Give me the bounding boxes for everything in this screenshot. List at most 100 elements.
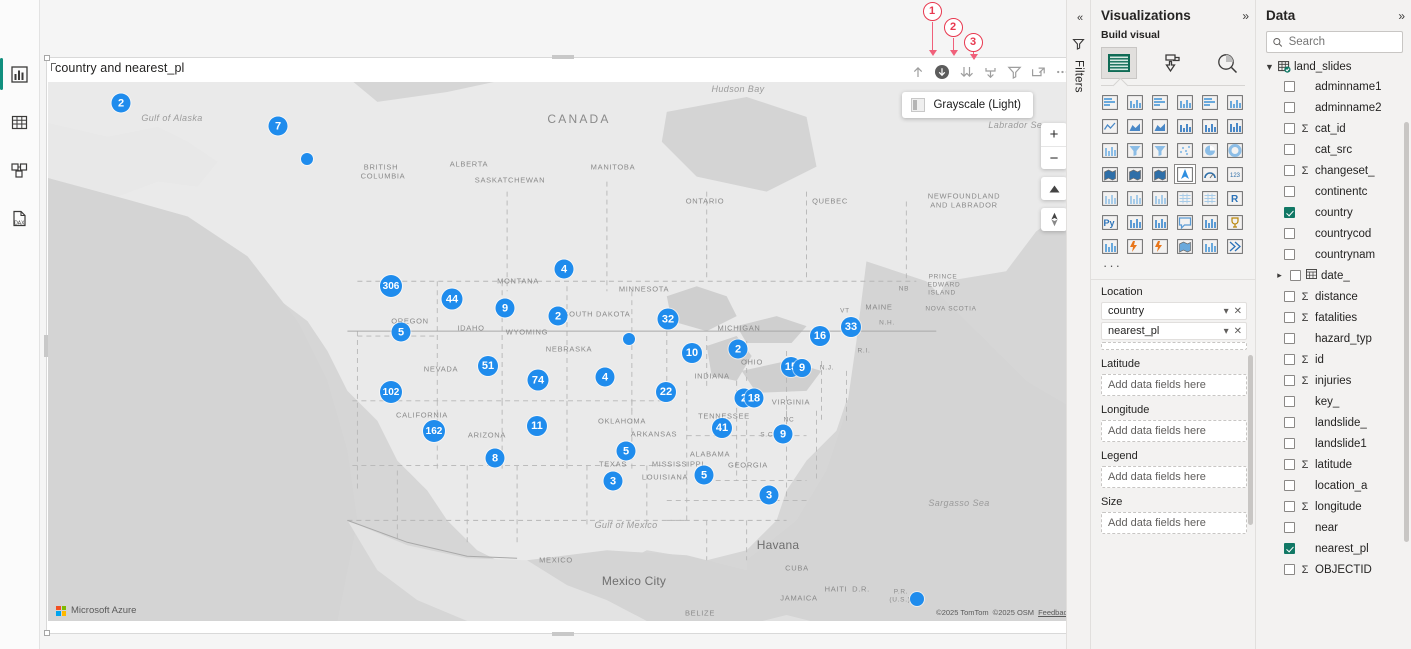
field-checkbox[interactable] [1284,81,1295,92]
funnel-icon-2[interactable] [1149,140,1171,160]
slicer-icon[interactable] [1149,188,1171,208]
map-bubble[interactable]: 33 [841,317,861,337]
field-checkbox[interactable] [1284,102,1295,113]
decomposition-tree-icon[interactable] [1149,212,1171,232]
stacked-area-chart-icon[interactable] [1149,116,1171,136]
map-bubble[interactable]: 9 [793,359,811,377]
line-stacked-column-icon[interactable] [1174,116,1196,136]
area-chart-icon[interactable] [1124,116,1146,136]
map-bubble[interactable]: 7 [268,116,288,136]
filters-expand-icon[interactable]: « [1077,12,1083,24]
field-row-id[interactable]: Σid [1262,349,1411,370]
map-bubble[interactable]: 11 [527,416,547,436]
map-bubble[interactable]: 5 [616,441,636,461]
smart-narrative-icon[interactable] [1199,212,1221,232]
filled-map-icon[interactable] [1149,164,1171,184]
map-bubble[interactable] [301,153,313,165]
paginated-report-icon[interactable] [1099,236,1121,256]
map-bubble[interactable]: 102 [380,381,402,403]
field-row-countrycod[interactable]: countrycod [1262,223,1411,244]
map-bubble[interactable]: 2 [728,339,748,359]
resize-handle-top-left[interactable] [44,55,50,61]
visualizations-scrollbar[interactable] [1248,355,1253,525]
chevron-down-icon[interactable]: ▾ [1224,306,1229,317]
line-chart-icon[interactable] [1099,116,1121,136]
remove-field-icon[interactable]: ✕ [1234,306,1242,317]
compass-button[interactable] [1041,208,1066,231]
field-checkbox[interactable] [1284,207,1295,218]
sidebar-item-table-view[interactable] [3,104,37,140]
resize-handle-top[interactable] [551,55,574,59]
visio-icon[interactable] [1224,236,1246,256]
resize-handle-bottom-left[interactable] [44,630,50,636]
field-checkbox[interactable] [1284,249,1295,260]
field-checkbox[interactable] [1284,375,1295,386]
map-bubble[interactable]: 74 [527,369,549,391]
well-drop-target[interactable] [1101,342,1247,350]
gauge-icon[interactable] [1199,164,1221,184]
field-row-near[interactable]: near [1262,517,1411,538]
map-bubble[interactable]: 44 [441,288,463,310]
map-bubble[interactable]: 16 [810,326,830,346]
chevron-down-icon[interactable]: ▾ [1224,326,1229,337]
map-bubble[interactable]: 8 [485,448,505,468]
power-automate-icon[interactable] [1149,236,1171,256]
map-bubble[interactable]: 9 [773,424,793,444]
matrix-icon[interactable] [1199,188,1221,208]
field-row-fatalities[interactable]: Σfatalities [1262,307,1411,328]
field-row-landslide-[interactable]: landslide_ [1262,412,1411,433]
waterfall-chart-icon[interactable] [1099,140,1121,160]
field-row-cat-id[interactable]: Σcat_id [1262,118,1411,139]
focus-mode-button[interactable] [1027,61,1049,83]
map-bubble[interactable]: 41 [712,418,732,438]
funnel-chart-icon[interactable] [1124,140,1146,160]
treemap-icon[interactable] [1099,164,1121,184]
field-row-adminname1[interactable]: adminname1 [1262,76,1411,97]
field-checkbox[interactable] [1284,543,1295,554]
map-bubble[interactable]: 5 [694,465,714,485]
more-visuals-button[interactable]: ··· [1091,258,1255,277]
metrics-icon[interactable] [1224,212,1246,232]
field-checkbox[interactable] [1284,228,1295,239]
field-row-hazard-typ[interactable]: hazard_typ [1262,328,1411,349]
scatter-chart-icon[interactable] [1174,140,1196,160]
field-checkbox[interactable] [1284,333,1295,344]
tab-format-visual[interactable] [1155,47,1191,79]
field-checkbox[interactable] [1284,459,1295,470]
field-row-landslide1[interactable]: landslide1 [1262,433,1411,454]
ribbon-chart-icon[interactable] [1224,116,1246,136]
search-input[interactable] [1288,36,1396,48]
field-checkbox[interactable] [1284,186,1295,197]
stacked-column-chart-icon[interactable] [1124,92,1146,112]
field-row-adminname2[interactable]: adminname2 [1262,97,1411,118]
tab-build-visual[interactable] [1101,47,1137,79]
well-drop-target[interactable]: Add data fields here [1101,374,1247,396]
kpi-icon[interactable] [1124,188,1146,208]
filters-pane-collapsed[interactable]: « Filters [1066,0,1090,649]
expand-all-button[interactable] [979,61,1001,83]
key-influencers-icon[interactable] [1124,212,1146,232]
field-row-country[interactable]: country [1262,202,1411,223]
field-row-key-[interactable]: key_ [1262,391,1411,412]
line-clustered-column-icon[interactable] [1199,116,1221,136]
tab-analytics[interactable] [1209,47,1245,79]
map-bubble[interactable]: 10 [682,343,702,363]
card-icon[interactable]: 123 [1224,164,1246,184]
drill-up-button[interactable] [907,61,929,83]
clustered-bar-chart-icon[interactable] [1149,92,1171,112]
arcgis-maps-icon[interactable] [1174,236,1196,256]
drill-mode-toggle[interactable] [931,61,953,83]
field-checkbox[interactable] [1284,417,1295,428]
more-options-button[interactable] [1051,61,1066,83]
sidebar-item-model-view[interactable] [3,152,37,188]
map-bubble[interactable]: 3 [603,471,623,491]
field-row-location-a[interactable]: location_a [1262,475,1411,496]
field-row-latitude[interactable]: Σlatitude [1262,454,1411,475]
resize-handle-bottom[interactable] [551,632,574,636]
well-field-chip[interactable]: nearest_pl ▾ ✕ [1101,322,1247,340]
stacked-bar-chart-icon[interactable] [1099,92,1121,112]
field-row-continentc[interactable]: continentc [1262,181,1411,202]
python-visual-icon[interactable]: Py [1099,212,1121,232]
map-style-selector[interactable]: Grayscale (Light) [902,92,1033,118]
100-stacked-bar-chart-icon[interactable] [1199,92,1221,112]
